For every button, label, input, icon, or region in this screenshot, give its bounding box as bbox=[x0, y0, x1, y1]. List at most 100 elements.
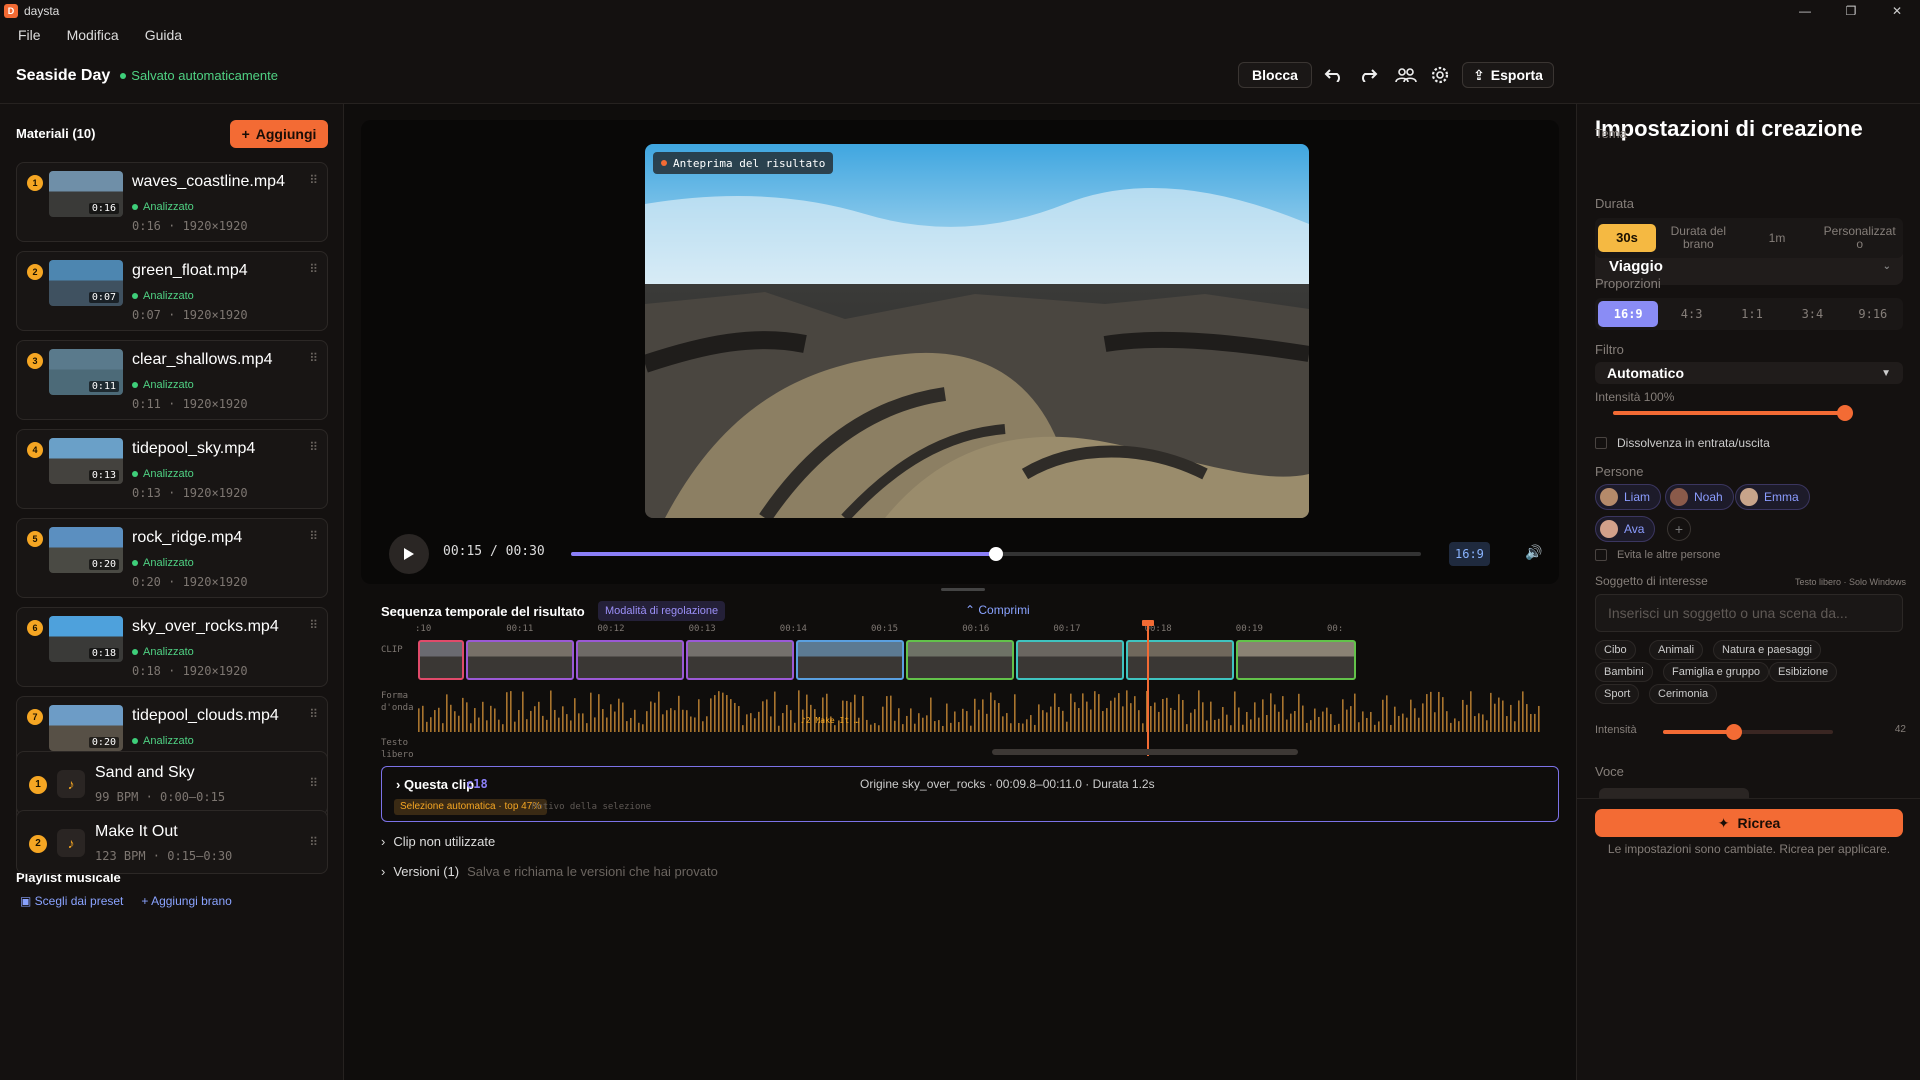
waveform-bar bbox=[534, 706, 536, 732]
subject-tag[interactable]: Cerimonia bbox=[1649, 684, 1718, 704]
timeline-clip[interactable] bbox=[576, 640, 684, 680]
ratio-option-9-16[interactable]: 9:16 bbox=[1843, 307, 1903, 321]
fade-checkbox[interactable]: Dissolvenza in entrata/uscita bbox=[1595, 436, 1770, 450]
material-card[interactable]: 6 0:18 sky_over_rocks.mp4 Analizzato 0:18 · … bbox=[16, 607, 328, 687]
timeline-clip[interactable] bbox=[466, 640, 574, 680]
drag-handle-icon[interactable]: ⠿ bbox=[309, 707, 318, 721]
person-chip-emma[interactable]: Emma bbox=[1735, 484, 1810, 510]
ratio-option-1-1[interactable]: 1:1 bbox=[1722, 307, 1782, 321]
strength-slider-knob[interactable] bbox=[1726, 724, 1743, 740]
subject-input[interactable] bbox=[1595, 594, 1903, 632]
add-material-button[interactable]: + Aggiungi bbox=[230, 120, 328, 148]
choose-preset-link[interactable]: ▣ Scegli dai preset bbox=[20, 894, 123, 908]
unused-clips-expander[interactable]: › Clip non utilizzate bbox=[381, 834, 495, 849]
duration-option-1m[interactable]: 1m bbox=[1738, 231, 1817, 245]
intensity-slider[interactable] bbox=[1613, 405, 1853, 421]
material-card[interactable]: 5 0:20 rock_ridge.mp4 Analizzato 0:20 · 1920… bbox=[16, 518, 328, 598]
people-icon[interactable] bbox=[1392, 63, 1420, 87]
video-preview[interactable]: Anteprima del risultato bbox=[645, 144, 1309, 518]
strength-slider[interactable] bbox=[1663, 724, 1833, 740]
avoid-others-checkbox[interactable]: Evita le altre persone bbox=[1595, 549, 1720, 561]
menu-modifica[interactable]: Modifica bbox=[67, 27, 119, 43]
voice-select[interactable] bbox=[1599, 788, 1749, 798]
progress-knob[interactable] bbox=[989, 547, 1003, 561]
subject-tag[interactable]: Famiglia e gruppo bbox=[1663, 662, 1770, 682]
drag-handle-icon[interactable]: ⠿ bbox=[309, 529, 318, 543]
project-title[interactable]: Seaside Day bbox=[16, 67, 110, 85]
duration-option-custom[interactable]: Personalizzato bbox=[1816, 225, 1903, 251]
menu-file[interactable]: File bbox=[18, 27, 41, 43]
timeline-clip[interactable] bbox=[1126, 640, 1234, 680]
duration-option-song[interactable]: Durata del brano bbox=[1659, 225, 1738, 251]
drag-handle-icon[interactable]: ⠿ bbox=[309, 173, 318, 187]
song-card[interactable]: 1 ♪ Sand and Sky 99 BPM · 0:00–0:15 ⠿ bbox=[16, 751, 328, 815]
waveform-bar bbox=[510, 691, 512, 732]
versions-expander[interactable]: › Versioni (1) Salva e richiama le version… bbox=[381, 864, 718, 879]
timeline-clip[interactable] bbox=[796, 640, 904, 680]
menu-guida[interactable]: Guida bbox=[145, 27, 182, 43]
subject-tag[interactable]: Bambini bbox=[1595, 662, 1653, 682]
material-card[interactable]: 1 0:16 waves_coastline.mp4 Analizzato 0:16 ·… bbox=[16, 162, 328, 242]
material-card[interactable]: 4 0:13 tidepool_sky.mp4 Analizzato 0:13 · 19… bbox=[16, 429, 328, 509]
drag-handle-icon[interactable]: ⠿ bbox=[309, 776, 318, 790]
ratio-option-16-9[interactable]: 16:9 bbox=[1598, 301, 1659, 327]
gear-icon[interactable] bbox=[1426, 63, 1454, 87]
undo-icon[interactable] bbox=[1320, 63, 1348, 87]
person-chip-liam[interactable]: Liam bbox=[1595, 484, 1662, 510]
waveform-bar bbox=[1286, 719, 1288, 732]
subject-tag[interactable]: Esibizione bbox=[1769, 662, 1838, 682]
selection-reason[interactable]: Motivo della selezione bbox=[532, 802, 651, 812]
song-card[interactable]: 2 ♪ Make It Out 123 BPM · 0:15–0:30 ⠿ bbox=[16, 810, 328, 874]
regenerate-button[interactable]: ✦ Ricrea bbox=[1595, 809, 1903, 837]
progress-bar[interactable] bbox=[571, 547, 1421, 561]
timeline-scrollbar[interactable] bbox=[992, 749, 1298, 755]
resize-handle[interactable] bbox=[941, 588, 985, 591]
timeline-clip[interactable] bbox=[1236, 640, 1356, 680]
export-button[interactable]: ⇪ Esporta bbox=[1462, 62, 1554, 88]
timeline-clip[interactable] bbox=[418, 640, 464, 680]
timeline-ruler[interactable]: :10 00:11 00:12 00:13 00:14 00:15 00:16 00:17 00… bbox=[415, 624, 1540, 638]
adjust-mode-badge[interactable]: Modalità di regolazione bbox=[598, 601, 726, 621]
audio-waveform[interactable] bbox=[418, 686, 1540, 732]
playhead-handle[interactable] bbox=[1142, 620, 1154, 626]
aspect-ratio-chip[interactable]: 16:9 bbox=[1449, 542, 1490, 566]
close-icon[interactable]: ✕ bbox=[1874, 0, 1920, 22]
subject-tag[interactable]: Animali bbox=[1649, 640, 1704, 660]
timeline-clip[interactable] bbox=[906, 640, 1014, 680]
redo-icon[interactable] bbox=[1354, 63, 1382, 87]
material-card[interactable]: 3 0:11 clear_shallows.mp4 Analizzato 0:11 · … bbox=[16, 340, 328, 420]
add-song-link[interactable]: + Aggiungi brano bbox=[141, 894, 231, 908]
person-chip-noah[interactable]: Noah bbox=[1665, 484, 1734, 510]
subject-tag[interactable]: Natura e paesaggi bbox=[1713, 640, 1821, 660]
add-person-button[interactable]: + bbox=[1667, 517, 1691, 541]
timeline-clip[interactable] bbox=[1016, 640, 1124, 680]
drag-handle-icon[interactable]: ⠿ bbox=[309, 351, 318, 365]
material-list[interactable]: 1 0:16 waves_coastline.mp4 Analizzato 0:16 ·… bbox=[16, 162, 328, 848]
volume-icon[interactable]: 🔊 bbox=[1525, 544, 1542, 561]
intensity-slider-knob[interactable] bbox=[1837, 405, 1853, 421]
duration-option-30s[interactable]: 30s bbox=[1598, 224, 1656, 252]
text-marker[interactable]: ♪2 Make It … bbox=[801, 716, 859, 725]
filter-select[interactable]: Automatico ▼ bbox=[1595, 362, 1903, 384]
timeline-clip[interactable] bbox=[686, 640, 794, 680]
person-chip-ava[interactable]: Ava bbox=[1595, 516, 1656, 542]
clip-details-title[interactable]: › Questa clip bbox=[396, 777, 474, 792]
drag-handle-icon[interactable]: ⠿ bbox=[309, 835, 318, 849]
waveform-bar bbox=[1266, 715, 1268, 732]
playhead[interactable] bbox=[1147, 620, 1149, 756]
minimize-icon[interactable]: — bbox=[1782, 0, 1828, 22]
subject-tag[interactable]: Cibo bbox=[1595, 640, 1636, 660]
play-button[interactable] bbox=[389, 534, 429, 574]
material-card[interactable]: 2 0:07 green_float.mp4 Analizzato 0:07 · 192… bbox=[16, 251, 328, 331]
drag-handle-icon[interactable]: ⠿ bbox=[309, 618, 318, 632]
drag-handle-icon[interactable]: ⠿ bbox=[309, 440, 318, 454]
collapse-button[interactable]: ⌃ Comprimi bbox=[965, 603, 1030, 617]
subject-tag[interactable]: Sport bbox=[1595, 684, 1640, 704]
lock-button[interactable]: Blocca bbox=[1238, 62, 1312, 88]
clip-track[interactable] bbox=[418, 640, 1540, 680]
restore-icon[interactable]: ❐ bbox=[1828, 0, 1874, 22]
ratio-option-4-3[interactable]: 4:3 bbox=[1661, 307, 1721, 321]
waveform-bar bbox=[1070, 693, 1072, 732]
ratio-option-3-4[interactable]: 3:4 bbox=[1782, 307, 1842, 321]
drag-handle-icon[interactable]: ⠿ bbox=[309, 262, 318, 276]
